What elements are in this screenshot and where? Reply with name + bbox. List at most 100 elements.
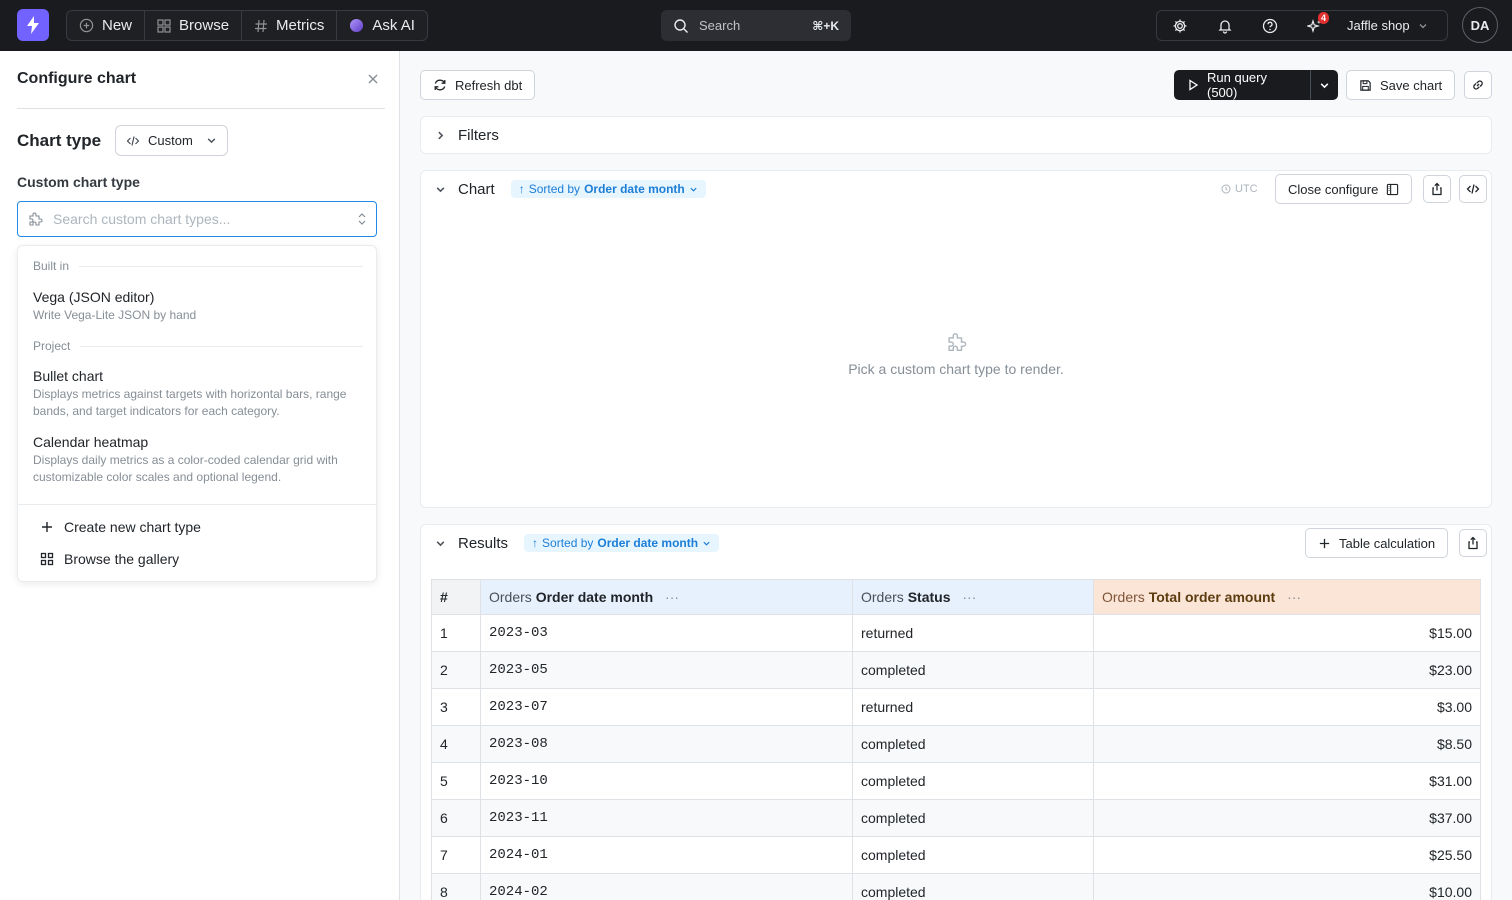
refresh-dbt-label: Refresh dbt <box>455 77 523 93</box>
total-order-amount-cell[interactable]: $15.00 <box>1093 614 1481 652</box>
column-header-status[interactable]: Orders Status ··· <box>852 579 1094 615</box>
status-cell[interactable]: completed <box>852 836 1094 874</box>
order-date-month-cell[interactable]: 2023-10 <box>480 762 853 800</box>
results-header[interactable]: Results ↑ Sorted by Order date month <box>435 534 720 552</box>
browse-gallery-button[interactable]: Browse the gallery <box>40 551 179 567</box>
global-search[interactable]: Search ⌘+K <box>661 10 851 41</box>
row-number-cell[interactable]: 6 <box>431 799 481 837</box>
project-switcher[interactable]: Jaffle shop <box>1337 18 1428 33</box>
nav-browse-label: Browse <box>179 17 230 34</box>
save-chart-button[interactable]: Save chart <box>1346 70 1456 100</box>
status-cell[interactable]: completed <box>852 725 1094 763</box>
nav-ask-ai-button[interactable]: Ask AI <box>337 11 427 40</box>
chevron-down-icon <box>702 539 711 548</box>
custom-chart-type-search[interactable] <box>17 201 377 237</box>
filters-header[interactable]: Filters <box>435 127 499 144</box>
row-number-cell[interactable]: 8 <box>431 873 481 900</box>
results-sort-pill[interactable]: ↑ Sorted by Order date month <box>524 534 720 552</box>
table-calculation-button[interactable]: Table calculation <box>1305 528 1449 558</box>
row-number-cell[interactable]: 3 <box>431 688 481 726</box>
row-number-cell[interactable]: 2 <box>431 651 481 689</box>
status-cell[interactable]: completed <box>852 873 1094 900</box>
total-order-amount-cell[interactable]: $37.00 <box>1093 799 1481 837</box>
nav-browse-button[interactable]: Browse <box>145 11 243 40</box>
user-avatar[interactable]: DA <box>1462 7 1498 43</box>
order-date-month-cell[interactable]: 2023-05 <box>480 651 853 689</box>
more-icon[interactable]: ··· <box>962 589 976 605</box>
share-link-button[interactable] <box>1464 71 1492 99</box>
row-number-cell[interactable]: 5 <box>431 762 481 800</box>
column-field-name: Total order amount <box>1148 589 1276 605</box>
more-icon[interactable]: ··· <box>1287 589 1301 605</box>
status-cell[interactable]: returned <box>852 688 1094 726</box>
view-code-button[interactable] <box>1459 175 1487 203</box>
more-icon[interactable]: ··· <box>665 589 679 605</box>
total-order-amount-cell[interactable]: $8.50 <box>1093 725 1481 763</box>
row-number-cell[interactable]: 1 <box>431 614 481 652</box>
search-icon <box>673 18 689 34</box>
total-order-amount-cell[interactable]: $23.00 <box>1093 651 1481 689</box>
option-bullet-chart[interactable]: Bullet chart Displays metrics against ta… <box>33 368 368 420</box>
results-table: # Orders Order date month ··· Orders Sta… <box>431 579 1481 900</box>
create-new-chart-type-button[interactable]: Create new chart type <box>40 519 201 535</box>
grid-icon <box>157 18 171 33</box>
order-date-month-cell[interactable]: 2023-03 <box>480 614 853 652</box>
panel-title: Configure chart <box>17 70 137 87</box>
total-order-amount-cell[interactable]: $3.00 <box>1093 688 1481 726</box>
dropdown-divider <box>18 504 376 505</box>
column-header-total-order-amount[interactable]: Orders Total order amount ··· <box>1093 579 1481 615</box>
results-table-body: 1 2023-03 returned $15.00 2 2023-05 completed $… <box>431 614 1481 900</box>
order-date-month-cell[interactable]: 2024-02 <box>480 873 853 900</box>
help-button[interactable] <box>1247 11 1292 40</box>
option-calendar-heatmap[interactable]: Calendar heatmap Displays daily metrics … <box>33 434 368 486</box>
notification-badge: 4 <box>1317 12 1329 24</box>
create-new-chart-type-label: Create new chart type <box>64 519 201 535</box>
bell-icon <box>1217 18 1233 34</box>
export-results-button[interactable] <box>1459 529 1487 557</box>
export-chart-button[interactable] <box>1423 175 1451 203</box>
order-date-month-cell[interactable]: 2023-08 <box>480 725 853 763</box>
code-icon <box>1466 182 1480 196</box>
table-calculation-label: Table calculation <box>1339 535 1436 551</box>
total-order-amount-cell[interactable]: $25.50 <box>1093 836 1481 874</box>
status-cell[interactable]: completed <box>852 762 1094 800</box>
notifications-button[interactable] <box>1202 11 1247 40</box>
custom-chart-type-input[interactable] <box>53 211 347 227</box>
option-vega-json-editor[interactable]: Vega (JSON editor) Write Vega-Lite JSON … <box>33 289 368 324</box>
status-cell[interactable]: completed <box>852 651 1094 689</box>
order-date-month-cell[interactable]: 2024-01 <box>480 836 853 874</box>
whats-new-button[interactable]: 4 <box>1292 11 1337 40</box>
close-configure-button[interactable]: Close configure <box>1275 174 1413 204</box>
nav-new-button[interactable]: New <box>67 11 146 40</box>
timezone-indicator: UTC <box>1221 183 1258 195</box>
chart-sort-pill[interactable]: ↑ Sorted by Order date month <box>510 180 706 198</box>
chevron-down-icon <box>206 135 217 146</box>
column-table-name: Orders <box>489 589 532 605</box>
filters-label: Filters <box>458 127 499 144</box>
chart-header[interactable]: Chart ↑ Sorted by Order date month <box>435 180 706 198</box>
order-date-month-cell[interactable]: 2023-11 <box>480 799 853 837</box>
total-order-amount-cell[interactable]: $10.00 <box>1093 873 1481 900</box>
status-cell[interactable]: returned <box>852 614 1094 652</box>
order-date-month-cell[interactable]: 2023-07 <box>480 688 853 726</box>
column-header-order-date-month[interactable]: Orders Order date month ··· <box>480 579 853 615</box>
settings-button[interactable] <box>1157 11 1202 40</box>
status-cell[interactable]: completed <box>852 799 1094 837</box>
row-number-cell[interactable]: 4 <box>431 725 481 763</box>
chart-type-select[interactable]: Custom <box>115 125 228 156</box>
run-query-options-button[interactable] <box>1310 70 1338 100</box>
row-number-cell[interactable]: 7 <box>431 836 481 874</box>
refresh-dbt-button[interactable]: Refresh dbt <box>420 70 536 100</box>
close-panel-button[interactable] <box>366 72 380 86</box>
gear-icon <box>1172 18 1188 34</box>
arrow-up-icon: ↑ <box>518 182 525 196</box>
column-field-name: Status <box>907 589 951 605</box>
filters-card[interactable]: Filters <box>420 116 1492 154</box>
chevron-right-icon <box>435 130 446 141</box>
sort-prefix: Sorted by <box>528 182 581 196</box>
total-order-amount-cell[interactable]: $31.00 <box>1093 762 1481 800</box>
column-table-name: Orders <box>1102 589 1145 605</box>
run-query-button[interactable]: Run query (500) <box>1174 70 1310 100</box>
app-logo[interactable] <box>17 9 49 41</box>
nav-metrics-button[interactable]: Metrics <box>242 11 338 40</box>
